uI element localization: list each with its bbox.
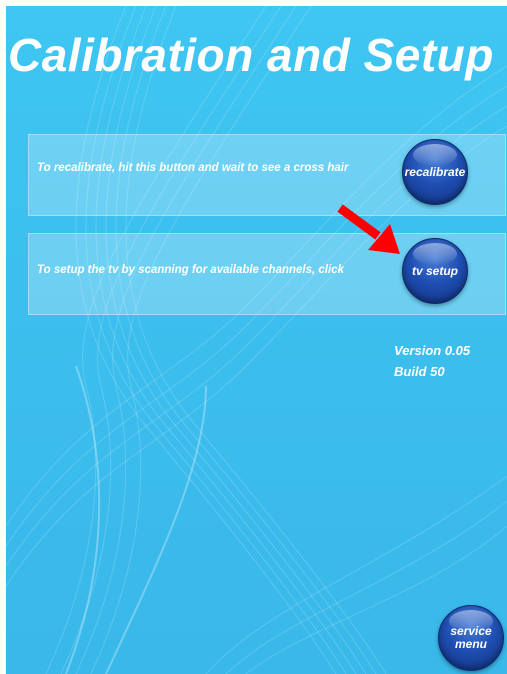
version-info: Version 0.05 Build 50: [394, 340, 470, 382]
red-arrow-icon: [337, 204, 400, 254]
calibration-screen: Calibration and Setup To recalibrate, hi…: [6, 6, 507, 674]
tv-setup-button-label: tv setup: [411, 263, 458, 278]
service-menu-label-line2: menu: [454, 637, 487, 651]
version-label: Version 0.05: [394, 343, 471, 358]
recalibrate-instruction: To recalibrate, hit this button and wait…: [37, 162, 349, 174]
service-menu-label-line1: service: [450, 624, 492, 638]
service-menu-button[interactable]: service menu: [438, 605, 504, 671]
page-title: Calibration and Setup: [8, 29, 494, 81]
recalibrate-button-label: recalibrate: [404, 164, 466, 179]
recalibrate-button[interactable]: recalibrate: [402, 139, 468, 205]
tv-setup-button[interactable]: tv setup: [402, 238, 468, 304]
tv-setup-instruction: To setup the tv by scanning for availabl…: [37, 264, 344, 276]
build-label: Build 50: [394, 364, 445, 379]
service-menu-button-label: service menu: [450, 625, 491, 651]
